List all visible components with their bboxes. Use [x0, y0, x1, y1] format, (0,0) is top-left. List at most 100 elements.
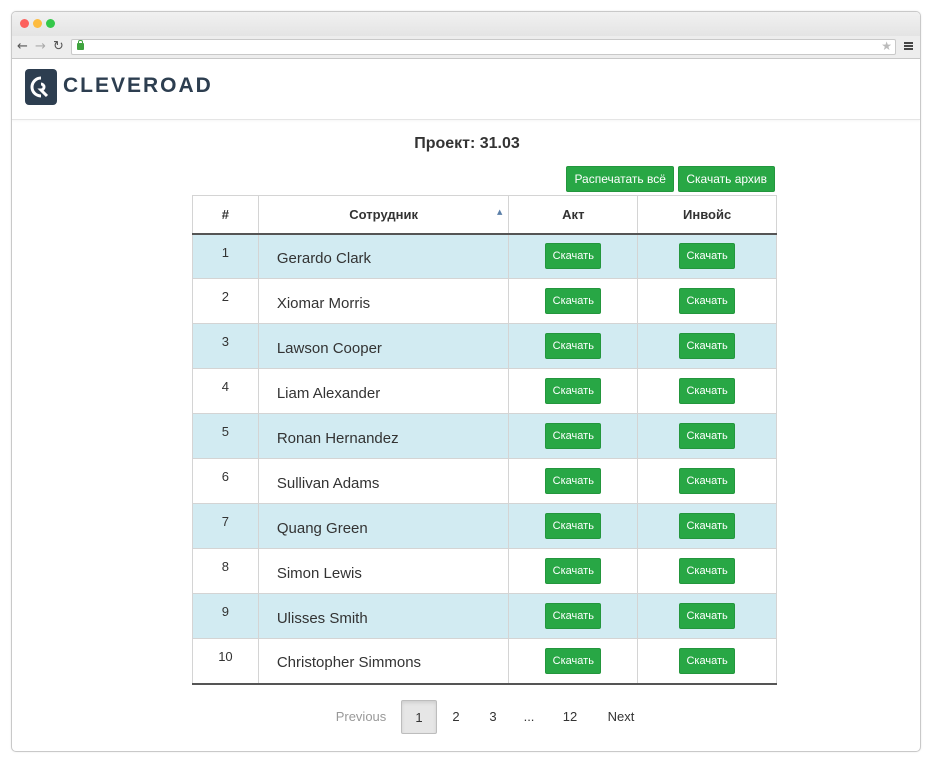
- pagination-page-1[interactable]: 1: [401, 700, 437, 734]
- download-act-button[interactable]: Скачать: [545, 468, 602, 494]
- invoice-cell: Скачать: [637, 413, 777, 459]
- invoice-cell: Скачать: [637, 593, 777, 639]
- invoice-cell: Скачать: [637, 548, 777, 594]
- hamburger-menu-icon[interactable]: [904, 42, 913, 50]
- employee-name: Gerardo Clark: [257, 233, 510, 279]
- download-act-button[interactable]: Скачать: [545, 513, 602, 539]
- pagination: Previous 1 2 3 ... 12 Next: [12, 700, 920, 734]
- close-window-button[interactable]: [20, 19, 29, 28]
- maximize-window-button[interactable]: [46, 19, 55, 28]
- table-row: 3 Lawson Cooper Скачать Скачать: [192, 323, 777, 369]
- minimize-window-button[interactable]: [33, 19, 42, 28]
- download-act-button[interactable]: Скачать: [545, 603, 602, 629]
- title-bar: [12, 12, 920, 36]
- download-invoice-button[interactable]: Скачать: [679, 378, 736, 404]
- row-number: 6: [192, 458, 259, 504]
- act-cell: Скачать: [508, 323, 639, 369]
- site-header: CLEVEROAD: [12, 59, 920, 120]
- page-title: Проект: 31.03: [414, 135, 520, 152]
- back-arrow-icon[interactable]: ←: [17, 39, 28, 55]
- download-archive-button[interactable]: Скачать архив: [678, 166, 775, 192]
- forward-arrow-icon[interactable]: →: [35, 39, 46, 55]
- browser-window: ← → ↻ ★ CLEVEROAD Проект: 31.03 Распечат…: [11, 11, 921, 752]
- pagination-previous[interactable]: Previous: [330, 700, 392, 734]
- row-number: 2: [192, 278, 259, 324]
- browser-toolbar: ← → ↻ ★: [12, 36, 920, 59]
- download-act-button[interactable]: Скачать: [545, 647, 602, 674]
- act-cell: Скачать: [508, 593, 639, 639]
- table-row: 2 Xiomar Morris Скачать Скачать: [192, 278, 777, 324]
- table-header-row: # Сотрудник ▲ Акт Инвойс: [192, 195, 777, 235]
- download-invoice-button[interactable]: Скачать: [679, 333, 736, 359]
- table-row: 7 Quang Green Скачать Скачать: [192, 503, 777, 549]
- employees-table: # Сотрудник ▲ Акт Инвойс 1 Gerardo Clark С…: [192, 195, 777, 685]
- invoice-cell: Скачать: [637, 638, 777, 684]
- download-act-button[interactable]: Скачать: [545, 333, 602, 359]
- row-number: 10: [192, 638, 259, 684]
- row-number: 7: [192, 503, 259, 549]
- download-invoice-button[interactable]: Скачать: [679, 513, 736, 539]
- column-header-employee-label: Сотрудник: [349, 206, 418, 222]
- download-act-button[interactable]: Скачать: [545, 288, 602, 314]
- column-header-invoice[interactable]: Инвойс: [637, 195, 777, 235]
- table-row: 6 Sullivan Adams Скачать Скачать: [192, 458, 777, 504]
- row-number: 1: [192, 233, 259, 279]
- row-number: 4: [192, 368, 259, 414]
- employee-name: Liam Alexander: [257, 368, 510, 414]
- sort-ascending-icon[interactable]: ▲: [497, 208, 502, 216]
- pagination-next[interactable]: Next: [598, 700, 644, 734]
- download-invoice-button[interactable]: Скачать: [679, 288, 736, 314]
- table-row: 4 Liam Alexander Скачать Скачать: [192, 368, 777, 414]
- print-all-button[interactable]: Распечатать всё: [566, 166, 674, 192]
- download-act-button[interactable]: Скачать: [545, 423, 602, 449]
- column-header-number[interactable]: #: [192, 195, 259, 235]
- bookmark-star-icon[interactable]: ★: [881, 39, 892, 53]
- employee-name: Ronan Hernandez: [257, 413, 510, 459]
- pagination-page-3[interactable]: 3: [478, 700, 508, 734]
- table-body: 1 Gerardo Clark Скачать Скачать 2 Xiomar Morr…: [192, 233, 777, 684]
- invoice-cell: Скачать: [637, 278, 777, 324]
- act-cell: Скачать: [508, 503, 639, 549]
- reload-icon[interactable]: ↻: [53, 39, 64, 55]
- column-header-act[interactable]: Акт: [508, 195, 639, 235]
- row-number: 3: [192, 323, 259, 369]
- row-number: 8: [192, 548, 259, 594]
- employee-name: Sullivan Adams: [257, 458, 510, 504]
- act-cell: Скачать: [508, 458, 639, 504]
- table-row: 8 Simon Lewis Скачать Скачать: [192, 548, 777, 594]
- download-invoice-button[interactable]: Скачать: [679, 603, 736, 629]
- download-invoice-button[interactable]: Скачать: [679, 243, 736, 270]
- download-invoice-button[interactable]: Скачать: [679, 423, 736, 449]
- lock-icon: [77, 40, 84, 50]
- invoice-cell: Скачать: [637, 503, 777, 549]
- download-invoice-button[interactable]: Скачать: [679, 558, 736, 584]
- download-invoice-button[interactable]: Скачать: [679, 647, 736, 674]
- table-row: 5 Ronan Hernandez Скачать Скачать: [192, 413, 777, 459]
- employee-name: Christopher Simmons: [257, 638, 510, 684]
- employee-name: Simon Lewis: [257, 548, 510, 594]
- brand-name[interactable]: CLEVEROAD: [63, 74, 213, 98]
- row-number: 5: [192, 413, 259, 459]
- employee-name: Quang Green: [257, 503, 510, 549]
- column-header-employee[interactable]: Сотрудник ▲: [257, 195, 510, 235]
- table-row: 1 Gerardo Clark Скачать Скачать: [192, 233, 777, 279]
- download-act-button[interactable]: Скачать: [545, 558, 602, 584]
- table-row: 10 Christopher Simmons Скачать Скачать: [192, 638, 777, 684]
- row-number: 9: [192, 593, 259, 639]
- download-invoice-button[interactable]: Скачать: [679, 468, 736, 494]
- download-act-button[interactable]: Скачать: [545, 378, 602, 404]
- logo-icon[interactable]: [25, 69, 57, 105]
- act-cell: Скачать: [508, 278, 639, 324]
- employee-name: Xiomar Morris: [257, 278, 510, 324]
- invoice-cell: Скачать: [637, 368, 777, 414]
- invoice-cell: Скачать: [637, 233, 777, 279]
- pagination-page-2[interactable]: 2: [441, 700, 471, 734]
- invoice-cell: Скачать: [637, 323, 777, 369]
- act-cell: Скачать: [508, 638, 639, 684]
- act-cell: Скачать: [508, 233, 639, 279]
- pagination-ellipsis: ...: [523, 709, 535, 724]
- pagination-page-12[interactable]: 12: [553, 700, 587, 734]
- download-act-button[interactable]: Скачать: [545, 243, 602, 270]
- address-bar[interactable]: ★: [71, 39, 896, 55]
- top-actions: Распечатать всё Скачать архив: [566, 166, 775, 192]
